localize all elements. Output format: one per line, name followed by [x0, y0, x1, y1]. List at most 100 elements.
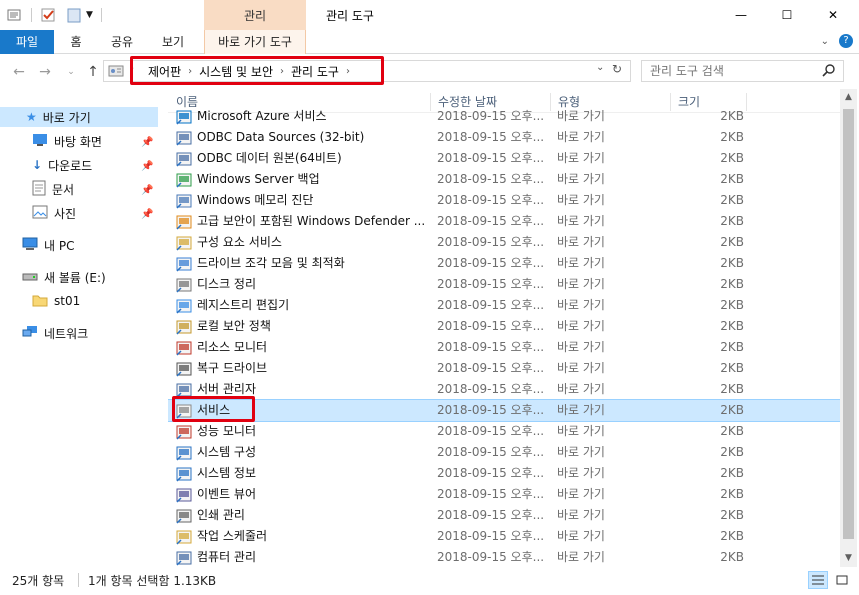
search-icon[interactable] [822, 63, 836, 80]
pin-icon[interactable]: 📌 [141, 209, 153, 221]
up-arrow-icon[interactable]: ↑ [84, 63, 102, 81]
large-icons-view-icon[interactable] [832, 571, 852, 589]
nav-pictures[interactable]: 사진 [32, 203, 76, 223]
file-type: 바로 가기 [557, 445, 605, 459]
file-date: 2018-09-15 오후... [437, 466, 545, 480]
table-row[interactable]: 시스템 정보 2018-09-15 오후... 바로 가기 2KB [168, 463, 840, 484]
nav-downloads[interactable]: ↓ 다운로드 [32, 155, 92, 175]
new-folder-icon[interactable] [66, 7, 82, 23]
file-type: 바로 가기 [557, 424, 605, 438]
file-type: 바로 가기 [557, 466, 605, 480]
file-date: 2018-09-15 오후... [437, 214, 545, 228]
search-input[interactable] [642, 61, 812, 81]
table-row[interactable]: ODBC 데이터 원본(64비트) 2018-09-15 오후... 바로 가기 2K… [168, 148, 840, 169]
table-row[interactable]: 드라이브 조각 모음 및 최적화 2018-09-15 오후... 바로 가기 2KB [168, 253, 840, 274]
nav-quick-access[interactable]: ★ 바로 가기 [0, 107, 158, 127]
address-dropdown-icon[interactable]: ⌄ [596, 62, 604, 73]
window-title: 관리 도구 [326, 9, 374, 23]
file-type: 바로 가기 [557, 172, 605, 186]
table-row[interactable]: 작업 스케줄러 2018-09-15 오후... 바로 가기 2KB [168, 526, 840, 547]
component-icon [176, 235, 192, 251]
file-name-cell: ODBC Data Sources (32-bit) [176, 127, 430, 148]
file-date: 2018-09-15 오후... [437, 424, 545, 438]
pin-icon[interactable]: 📌 [141, 185, 153, 197]
defrag-icon [176, 256, 192, 272]
file-name: 구성 요소 서비스 [197, 235, 282, 249]
nav-drive-e[interactable]: 새 볼륨 (E:) [22, 267, 106, 287]
chevron-down-icon[interactable]: ⌄ [821, 36, 829, 47]
scroll-down-icon[interactable]: ▼ [840, 550, 857, 567]
nav-desktop[interactable]: 바탕 화면 [32, 131, 102, 151]
table-row[interactable]: ODBC Data Sources (32-bit) 2018-09-15 오후.… [168, 127, 840, 148]
desktop-icon [32, 133, 48, 150]
help-icon[interactable]: ? [839, 34, 853, 48]
table-row[interactable]: 서비스 2018-09-15 오후... 바로 가기 2KB [168, 399, 840, 422]
table-row[interactable]: 고급 보안이 포함된 Windows Defender ... 2018-09-1… [168, 211, 840, 232]
tab-share[interactable]: 공유 [101, 30, 143, 54]
search-box [641, 60, 844, 82]
file-name: 로컬 보안 정책 [197, 319, 271, 333]
status-bar: 25개 항목 1개 항목 선택함 1.13KB [0, 567, 859, 595]
maximize-button[interactable]: ☐ [764, 0, 810, 30]
qa-dropdown-icon[interactable]: ▼ [86, 10, 93, 20]
minimize-button[interactable]: — [718, 0, 764, 30]
file-name-cell: 이벤트 뷰어 [176, 484, 430, 505]
file-list: ^ 이름 수정한 날짜 유형 크기 Microsoft Azure 서비스201… [168, 89, 840, 567]
file-name: Windows Server 백업 [197, 172, 320, 186]
tab-view[interactable]: 보기 [152, 30, 194, 54]
table-row[interactable]: 구성 요소 서비스 2018-09-15 오후... 바로 가기 2KB [168, 232, 840, 253]
table-row[interactable]: 로컬 보안 정책 2018-09-15 오후... 바로 가기 2KB [168, 316, 840, 337]
file-size: 2KB [720, 508, 744, 522]
back-arrow-icon[interactable]: ← [10, 63, 28, 81]
pin-icon[interactable]: 📌 [141, 161, 153, 173]
table-row[interactable]: 리소스 모니터 2018-09-15 오후... 바로 가기 2KB [168, 337, 840, 358]
tab-home[interactable]: 홈 [58, 30, 94, 54]
file-size: 2KB [720, 550, 744, 564]
nav-network[interactable]: 네트워크 [22, 323, 88, 343]
file-name: ODBC Data Sources (32-bit) [197, 130, 365, 144]
scrollbar-thumb[interactable] [843, 109, 854, 539]
context-tab-manage[interactable]: 관리 [204, 0, 306, 30]
file-size: 2KB [720, 382, 744, 396]
sysinfo-icon [176, 466, 192, 482]
table-row[interactable]: Windows 메모리 진단 2018-09-15 오후... 바로 가기 2KB [168, 190, 840, 211]
tab-file[interactable]: 파일 [0, 30, 54, 54]
tab-shortcut-tools[interactable]: 바로 가기 도구 [204, 30, 306, 54]
table-row[interactable]: 컴퓨터 관리 2018-09-15 오후... 바로 가기 2KB [168, 547, 840, 567]
table-row[interactable]: 성능 모니터 2018-09-15 오후... 바로 가기 2KB [168, 421, 840, 442]
scroll-up-icon[interactable]: ▲ [840, 89, 857, 106]
file-type: 바로 가기 [557, 319, 605, 333]
nav-label: 네트워크 [44, 326, 89, 341]
pin-icon[interactable]: 📌 [141, 137, 153, 149]
details-view-icon[interactable] [808, 571, 828, 589]
table-row[interactable]: Microsoft Azure 서비스 2018-09-15 오후... 바로 가기… [168, 106, 840, 127]
monitor-icon [176, 340, 192, 356]
vertical-scrollbar[interactable]: ▲ ▼ [840, 89, 857, 567]
file-type: 바로 가기 [557, 151, 605, 165]
forward-arrow-icon[interactable]: → [36, 63, 54, 81]
table-row[interactable]: 이벤트 뷰어 2018-09-15 오후... 바로 가기 2KB [168, 484, 840, 505]
file-size: 2KB [720, 130, 744, 144]
file-name-cell: 리소스 모니터 [176, 337, 430, 358]
checkmark-icon[interactable] [40, 7, 56, 23]
file-name-cell: 컴퓨터 관리 [176, 547, 430, 567]
refresh-icon[interactable]: ↻ [612, 62, 622, 76]
table-row[interactable]: 서버 관리자 2018-09-15 오후... 바로 가기 2KB [168, 379, 840, 400]
table-row[interactable]: 디스크 정리 2018-09-15 오후... 바로 가기 2KB [168, 274, 840, 295]
address-row: ← → ⌄ ↑ › 제어판 › 시스템 및 보안 › 관리 도구 › ⌄ ↻ [0, 55, 859, 89]
properties-icon[interactable] [6, 7, 22, 23]
file-date: 2018-09-15 오후... [437, 529, 545, 543]
table-row[interactable]: 복구 드라이브 2018-09-15 오후... 바로 가기 2KB [168, 358, 840, 379]
nav-folder-st01[interactable]: st01 [32, 291, 80, 311]
table-row[interactable]: 인쇄 관리 2018-09-15 오후... 바로 가기 2KB [168, 505, 840, 526]
close-button[interactable]: ✕ [810, 0, 856, 30]
nav-this-pc[interactable]: 내 PC [22, 235, 74, 255]
file-name-cell: Windows Server 백업 [176, 169, 430, 190]
file-type: 바로 가기 [557, 529, 605, 543]
table-row[interactable]: 레지스트리 편집기 2018-09-15 오후... 바로 가기 2KB [168, 295, 840, 316]
file-size: 2KB [720, 193, 744, 207]
table-row[interactable]: Windows Server 백업 2018-09-15 오후... 바로 가기 2K… [168, 169, 840, 190]
nav-documents[interactable]: 문서 [32, 179, 74, 199]
table-row[interactable]: 시스템 구성 2018-09-15 오후... 바로 가기 2KB [168, 442, 840, 463]
recent-dropdown-icon[interactable]: ⌄ [62, 63, 80, 81]
